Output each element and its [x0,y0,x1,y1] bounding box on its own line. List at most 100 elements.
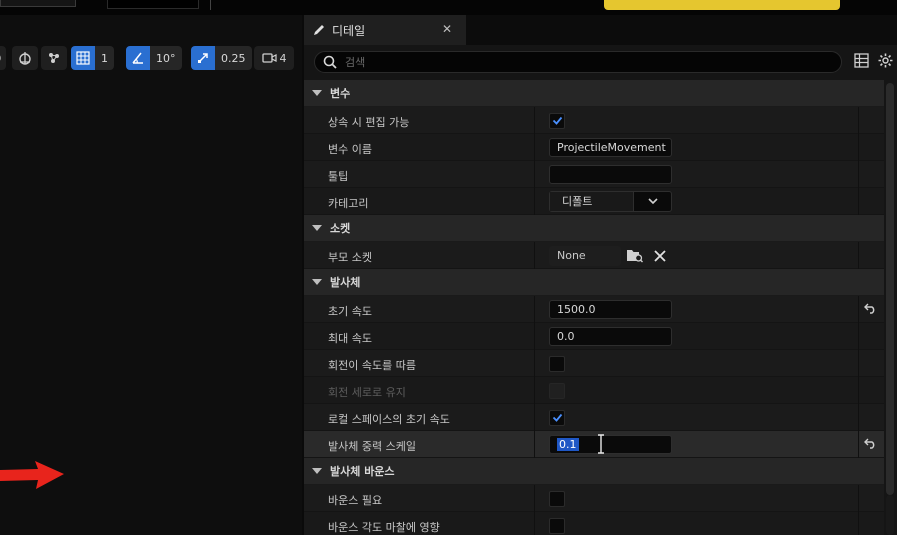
browse-socket-icon[interactable] [626,248,644,263]
property-row: 발사체 중력 스케일 0.1 [304,431,884,458]
snap-options-icon [49,53,59,63]
property-row: 카테고리 디폴트 [304,188,884,215]
reset-to-default-icon[interactable] [864,303,877,314]
details-panel: 디테일 ✕ 검색 변수 상속 시 편집 가능 변수 이름 ProjectileM… [304,15,897,535]
property-row: 변수 이름 ProjectileMovement [304,134,884,161]
property-name: 로컬 스페이스의 초기 속도 [328,413,450,426]
expand-arrow-icon [312,468,322,474]
scale-snap-value[interactable]: 0.25 [215,46,252,70]
search-placeholder: 검색 [345,56,366,69]
column-divider [534,404,535,431]
column-divider [534,107,535,134]
tooltip-field[interactable] [549,165,672,184]
top-strip [0,0,897,15]
column-divider [534,188,535,215]
column-divider [858,134,859,161]
column-divider [534,350,535,377]
rotation-follows-velocity-checkbox[interactable] [549,356,565,372]
reset-to-default-icon[interactable] [864,438,877,449]
column-divider [534,296,535,323]
column-divider [534,512,535,535]
property-name: 회전이 속도를 따름 [328,359,416,372]
column-divider [858,377,859,404]
parent-socket-picker[interactable]: None [549,246,621,266]
camera-icon [261,53,277,63]
top-left-field[interactable] [0,0,76,7]
column-divider [858,107,859,134]
top-input-field[interactable] [107,0,199,9]
property-name: 바운스 각도 마찰에 영향 [328,521,440,534]
top-yellow-button[interactable] [604,0,840,10]
camera-speed-button[interactable]: 4 [254,46,294,70]
column-divider [858,485,859,512]
scale-snap-toggle[interactable] [191,46,215,70]
variable-name-field[interactable]: ProjectileMovement [549,138,672,157]
table-view-icon[interactable] [854,53,869,68]
surface-snap-icon [19,52,31,65]
grid-snap-control[interactable]: 1 [71,46,114,70]
expand-arrow-icon [312,279,322,285]
property-name: 툴팁 [328,170,349,183]
snap-options-button[interactable] [41,46,67,70]
camera-speed-value: 4 [279,51,287,65]
category-combobox[interactable]: 디폴트 [549,191,672,212]
search-icon [323,55,337,69]
viewport-toolbar: 1 10° 0.25 4 [0,46,302,70]
property-name: 회전 세로로 유지 [328,386,406,399]
grid-snap-toggle[interactable] [71,46,95,70]
settings-gear-icon[interactable] [878,53,893,68]
grid-snap-value[interactable]: 1 [95,46,114,70]
property-name: 상속 시 편집 가능 [328,116,410,129]
angle-icon [132,52,143,64]
column-divider [858,323,859,350]
column-divider [858,512,859,535]
column-divider [858,404,859,431]
surface-snap-button[interactable] [12,46,38,70]
tab-details[interactable]: 디테일 ✕ [304,15,466,45]
viewport[interactable]: 1 10° 0.25 4 [0,15,302,535]
rotation-snap-value[interactable]: 10° [150,46,182,70]
category-projectile-bounce[interactable]: 발사체 바운스 [304,458,884,485]
column-divider [534,377,535,404]
max-speed-field[interactable]: 0.0 [549,327,672,346]
column-divider [534,134,535,161]
category-projectile[interactable]: 발사체 [304,269,884,296]
tab-close-icon[interactable]: ✕ [442,22,452,36]
should-bounce-checkbox[interactable] [549,491,565,507]
column-divider [858,350,859,377]
property-name: 부모 소켓 [328,251,372,264]
clear-x-icon[interactable] [654,250,666,262]
property-name: 초기 속도 [328,305,372,318]
property-row: 로컬 스페이스의 초기 속도 [304,404,884,431]
pencil-icon [314,25,324,35]
chevron-down-icon[interactable] [634,192,671,211]
scale-snap-control[interactable]: 0.25 [191,46,252,70]
details-scrollbar-track[interactable] [886,495,894,535]
column-divider [534,323,535,350]
column-divider [858,296,859,323]
property-row: 초기 속도 1500.0 [304,296,884,323]
tab-details-label: 디테일 [332,23,366,38]
selected-text: 0.1 [557,438,579,451]
editable-on-inherit-checkbox[interactable] [549,113,565,129]
column-divider [534,485,535,512]
bounce-angle-affects-friction-checkbox[interactable] [549,518,565,534]
column-divider [534,161,535,188]
details-scrollbar-thumb[interactable] [886,83,894,495]
property-row: 바운스 필요 [304,485,884,512]
gravity-scale-field[interactable]: 0.1 [549,434,672,454]
transform-icon [0,55,1,61]
category-label: 변수 [330,87,351,100]
transform-button[interactable] [0,46,6,70]
column-divider [858,431,859,458]
category-variable[interactable]: 변수 [304,80,884,107]
column-divider [534,431,535,458]
property-row: 바운스 각도 마찰에 영향 [304,512,884,535]
initial-velocity-local-checkbox[interactable] [549,410,565,426]
initial-speed-field[interactable]: 1500.0 [549,300,672,319]
rotation-snap-toggle[interactable] [126,46,150,70]
search-input[interactable]: 검색 [314,51,842,73]
rotation-snap-control[interactable]: 10° [126,46,182,70]
category-socket[interactable]: 소켓 [304,215,884,242]
property-row: 최대 속도 0.0 [304,323,884,350]
